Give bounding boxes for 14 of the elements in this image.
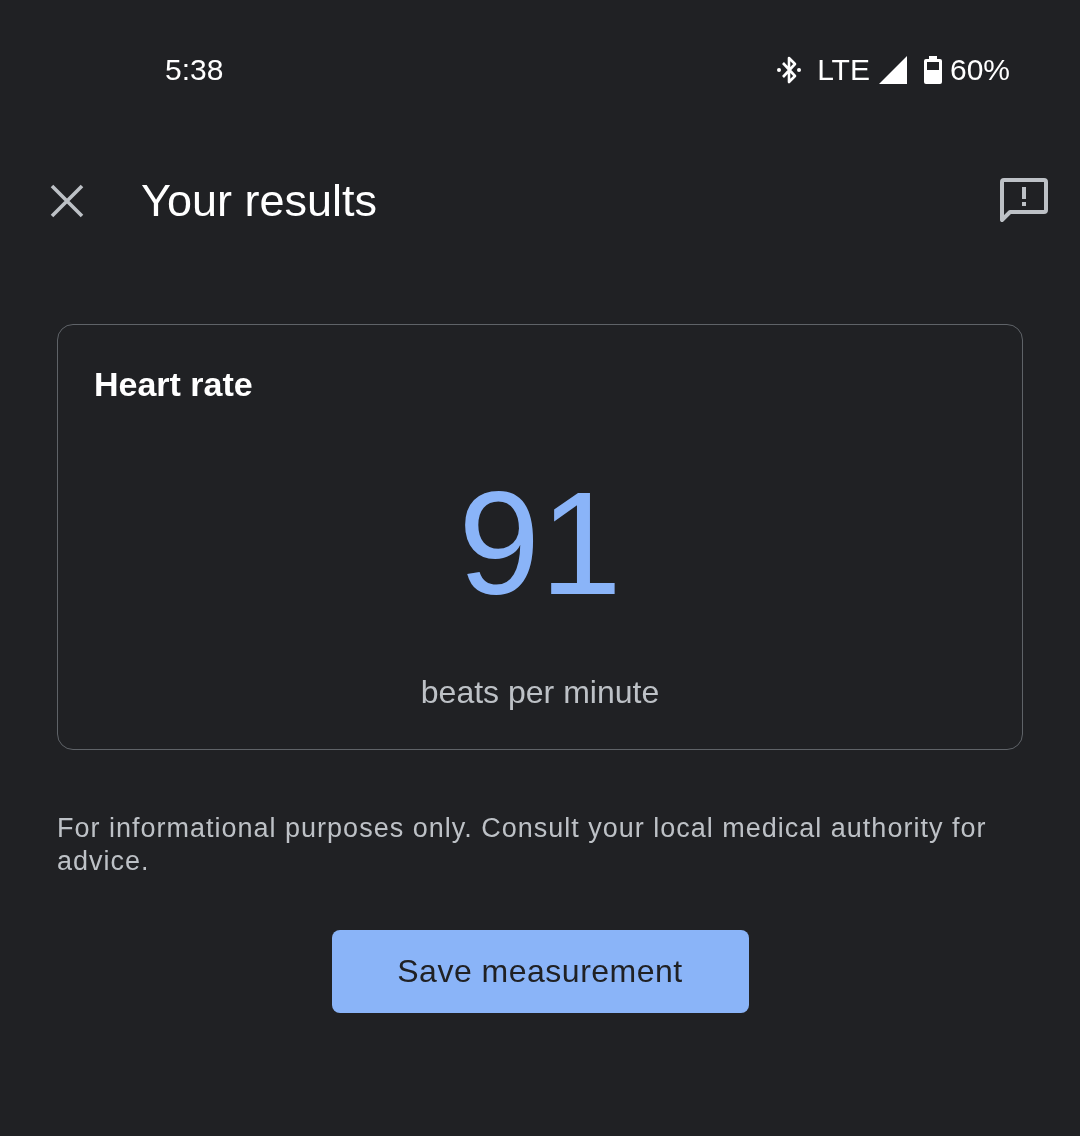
save-measurement-button[interactable]: Save measurement	[331, 930, 749, 1013]
close-icon[interactable]	[50, 184, 84, 218]
network-type: LTE	[817, 52, 870, 88]
disclaimer-text: For informational purposes only. Consult your local medical authority for advice.	[57, 812, 988, 878]
status-time: 5:38	[165, 52, 224, 88]
feedback-icon[interactable]	[1000, 178, 1048, 224]
heart-rate-unit: beats per minute	[420, 673, 660, 712]
signal-icon	[878, 56, 907, 84]
heart-rate-value: 91	[458, 470, 622, 617]
bluetooth-icon	[776, 55, 803, 85]
battery-percent: 60%	[949, 52, 1010, 88]
card-title: Heart rate	[94, 364, 253, 404]
battery-icon	[923, 56, 942, 84]
page-title: Your results	[141, 175, 377, 227]
